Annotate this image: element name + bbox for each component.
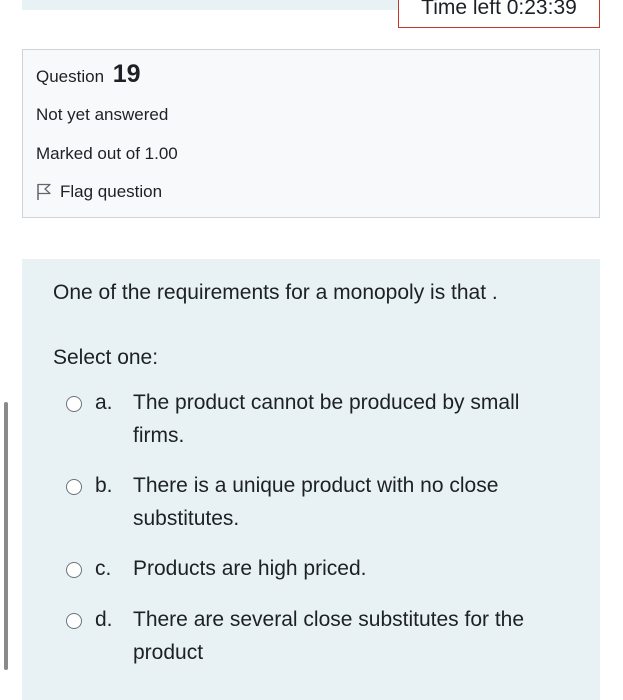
flag-icon — [36, 183, 52, 201]
select-one-label: Select one: — [53, 346, 159, 369]
option-letter: a. — [95, 391, 113, 414]
previous-question-panel-edge — [22, 0, 402, 10]
question-marks: Marked out of 1.00 — [36, 144, 178, 163]
question-heading: Question 19 — [36, 60, 141, 89]
option-letter: d. — [95, 608, 113, 631]
question-info-panel: Question 19 Not yet answered Marked out … — [22, 49, 600, 218]
option-letter: c. — [95, 557, 112, 580]
time-left-timer: Time left 0:23:39 — [398, 0, 600, 28]
option-text[interactable]: There is a unique product with no close … — [133, 469, 563, 535]
answer-status: Not yet answered — [36, 105, 169, 124]
flag-question-button[interactable]: Flag question — [36, 182, 162, 202]
option-letter: b. — [95, 474, 113, 497]
question-prompt: One of the requirements for a monopoly i… — [53, 281, 498, 304]
answer-option-a[interactable]: a. The product cannot be produced by sma… — [66, 389, 563, 452]
scroll-indicator[interactable] — [4, 402, 8, 670]
question-number: 19 — [112, 60, 141, 88]
option-text[interactable]: There are several close substitutes for … — [133, 603, 563, 669]
answer-option-c[interactable]: c. Products are high priced. — [66, 555, 563, 585]
question-content-panel: One of the requirements for a monopoly i… — [22, 259, 600, 700]
radio-unchecked-icon[interactable] — [66, 396, 82, 412]
radio-unchecked-icon[interactable] — [66, 613, 82, 629]
radio-unchecked-icon[interactable] — [66, 479, 82, 495]
quiz-page: Time left 0:23:39 Question 19 Not yet an… — [0, 0, 623, 700]
option-text[interactable]: Products are high priced. — [133, 552, 563, 585]
option-text[interactable]: The product cannot be produced by small … — [133, 386, 563, 452]
radio-unchecked-icon[interactable] — [66, 562, 82, 578]
flag-question-label: Flag question — [60, 182, 163, 201]
question-label: Question — [36, 67, 105, 86]
answer-option-d[interactable]: d. There are several close substitutes f… — [66, 606, 563, 669]
answer-option-b[interactable]: b. There is a unique product with no clo… — [66, 472, 563, 535]
